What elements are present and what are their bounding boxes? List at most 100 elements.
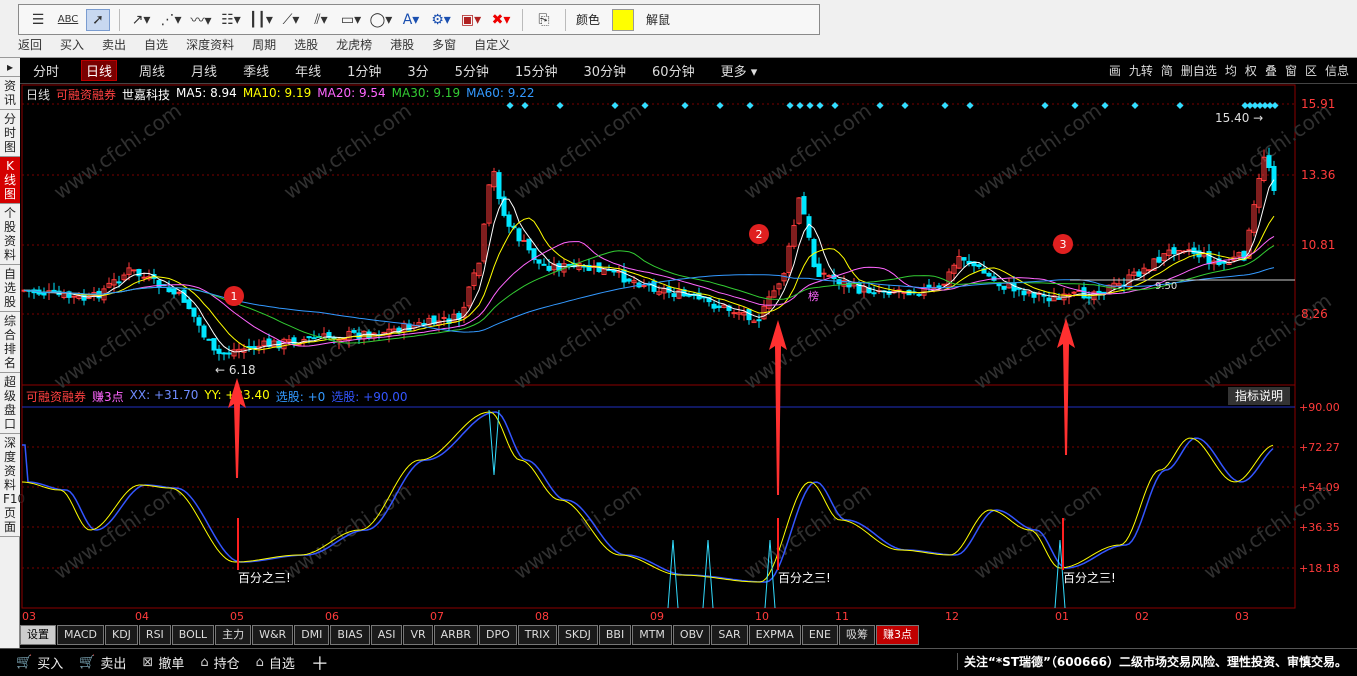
signal-diamond bbox=[901, 101, 909, 110]
bottom-button-2[interactable]: ⊠ 撤单 bbox=[142, 653, 184, 672]
month-tick-label: 11 bbox=[835, 610, 849, 623]
signal-diamond bbox=[806, 101, 814, 110]
candle bbox=[196, 317, 202, 326]
candle bbox=[216, 348, 222, 354]
candle bbox=[201, 325, 207, 338]
indicator-tab-20[interactable]: ENE bbox=[801, 625, 838, 645]
bottom-button-4[interactable]: ⌂ 自选 bbox=[256, 653, 295, 672]
signal-diamond bbox=[1271, 101, 1279, 110]
watermark-text: www.cfchi.com bbox=[279, 98, 416, 204]
bottom-button-label: 撤单 bbox=[158, 657, 185, 672]
watermark-text: www.cfchi.com bbox=[509, 288, 646, 394]
candle bbox=[711, 303, 717, 309]
kline-chart[interactable]: www.cfchi.com www.cfchi.com www.cfchi.com w… bbox=[0, 0, 1357, 676]
indicator-tab-18[interactable]: SAR bbox=[711, 625, 748, 645]
candle bbox=[546, 265, 552, 271]
indicator-tab-17[interactable]: OBV bbox=[672, 625, 711, 645]
select-spike bbox=[702, 539, 714, 609]
indicator-tabs: 设置 MACD KDJ RSI BOLL 主力 W&R DMI BIAS ASI VR ARBR DPO… bbox=[20, 625, 1357, 646]
watermark-text: www.cfchi.com bbox=[509, 98, 646, 204]
candle bbox=[871, 292, 877, 295]
candle bbox=[506, 214, 512, 227]
indicator-tab-8[interactable]: BIAS bbox=[330, 625, 370, 645]
candle bbox=[1081, 287, 1087, 299]
marker-number: 2 bbox=[756, 228, 763, 241]
sub-tick-label: +54.09 bbox=[1299, 481, 1340, 494]
signal-diamond bbox=[941, 101, 949, 110]
signal-diamond bbox=[1101, 101, 1109, 110]
indicator-tab-12[interactable]: DPO bbox=[479, 625, 517, 645]
candle bbox=[961, 257, 967, 261]
watermark-text: www.cfchi.com bbox=[969, 288, 1106, 394]
candle bbox=[306, 336, 312, 339]
candle bbox=[176, 291, 182, 294]
indicator-tab-11[interactable]: ARBR bbox=[433, 625, 479, 645]
candle bbox=[1171, 247, 1177, 255]
signal-diamond bbox=[746, 101, 754, 110]
yy-line bbox=[21, 411, 1274, 583]
month-tick-label: 04 bbox=[135, 610, 149, 623]
signal-diamond bbox=[1071, 101, 1079, 110]
indicator-tab-4[interactable]: BOLL bbox=[171, 625, 215, 645]
signal-diamond bbox=[506, 101, 514, 110]
indicator-tab-3[interactable]: RSI bbox=[138, 625, 171, 645]
candle bbox=[756, 319, 762, 322]
indicator-tab-1[interactable]: MACD bbox=[57, 625, 104, 645]
candle bbox=[1191, 247, 1197, 254]
rank-badge: 榜 bbox=[808, 289, 819, 303]
indicator-tab-6[interactable]: W&R bbox=[252, 625, 294, 645]
signal-diamond bbox=[521, 101, 529, 110]
indicator-tab-14[interactable]: SKDJ bbox=[557, 625, 598, 645]
candle bbox=[441, 316, 447, 319]
indicator-tab-2[interactable]: KDJ bbox=[104, 625, 138, 645]
signal-diamond bbox=[1176, 101, 1184, 110]
price-tick-label: 13.36 bbox=[1301, 168, 1335, 182]
indicator-tab-7[interactable]: DMI bbox=[294, 625, 330, 645]
signal-diamond bbox=[716, 101, 724, 110]
low-price-label: ← 6.18 bbox=[215, 363, 256, 377]
month-tick-label: 12 bbox=[945, 610, 959, 623]
candle bbox=[1266, 155, 1272, 168]
percent-label: 百分之三! bbox=[778, 571, 831, 585]
candle bbox=[291, 337, 297, 345]
sub-tick-label: +90.00 bbox=[1299, 401, 1340, 414]
risk-ticker: 关注“*ST瑞德”（600666）二级市场交易风险、理性投资、审慎交易。 bbox=[957, 653, 1347, 670]
candle bbox=[186, 299, 192, 310]
candle bbox=[626, 278, 632, 282]
signal-diamond bbox=[831, 101, 839, 110]
bottom-button-3[interactable]: ⌂ 持仓 bbox=[200, 653, 239, 672]
price-tick-label: 10.81 bbox=[1301, 238, 1335, 252]
indicator-tab-16[interactable]: MTM bbox=[632, 625, 672, 645]
signal-diamond bbox=[611, 101, 619, 110]
indicator-tab-19[interactable]: EXPMA bbox=[748, 625, 801, 645]
signal-diamond bbox=[796, 101, 804, 110]
candle bbox=[496, 172, 502, 200]
indicator-tab-0[interactable]: 设置 bbox=[20, 625, 56, 645]
candle bbox=[716, 305, 722, 309]
candle bbox=[916, 293, 922, 296]
candle bbox=[1156, 256, 1162, 263]
indicator-tab-21[interactable]: 吸筹 bbox=[838, 625, 875, 645]
bottom-button-0[interactable]: 🛒 买入 bbox=[16, 653, 63, 672]
indicator-tab-5[interactable]: 主力 bbox=[215, 625, 252, 645]
watermark-text: www.cfchi.com bbox=[969, 98, 1106, 204]
signal-diamond bbox=[966, 101, 974, 110]
bottom-button-label: 卖出 bbox=[100, 657, 127, 672]
indicator-tab-15[interactable]: BBI bbox=[598, 625, 632, 645]
signal-diamond bbox=[1131, 101, 1139, 110]
signal-diamond bbox=[876, 101, 884, 110]
percent-label: 百分之三! bbox=[238, 571, 291, 585]
indicator-tab-10[interactable]: VR bbox=[403, 625, 433, 645]
candle bbox=[131, 269, 137, 272]
price-tick-label: 8.26 bbox=[1301, 307, 1328, 321]
indicator-tab-13[interactable]: TRIX bbox=[517, 625, 557, 645]
indicator-tab-22[interactable]: 赚3点 bbox=[875, 625, 919, 645]
ma60-line bbox=[23, 267, 1275, 333]
candle bbox=[1146, 269, 1152, 272]
candle bbox=[801, 196, 807, 215]
month-tick-label: 08 bbox=[535, 610, 549, 623]
bottom-button-1[interactable]: 🛒 卖出 bbox=[79, 653, 126, 672]
indicator-tab-9[interactable]: ASI bbox=[370, 625, 403, 645]
add-icon[interactable]: ＋ bbox=[311, 650, 329, 676]
candle bbox=[1101, 291, 1107, 294]
